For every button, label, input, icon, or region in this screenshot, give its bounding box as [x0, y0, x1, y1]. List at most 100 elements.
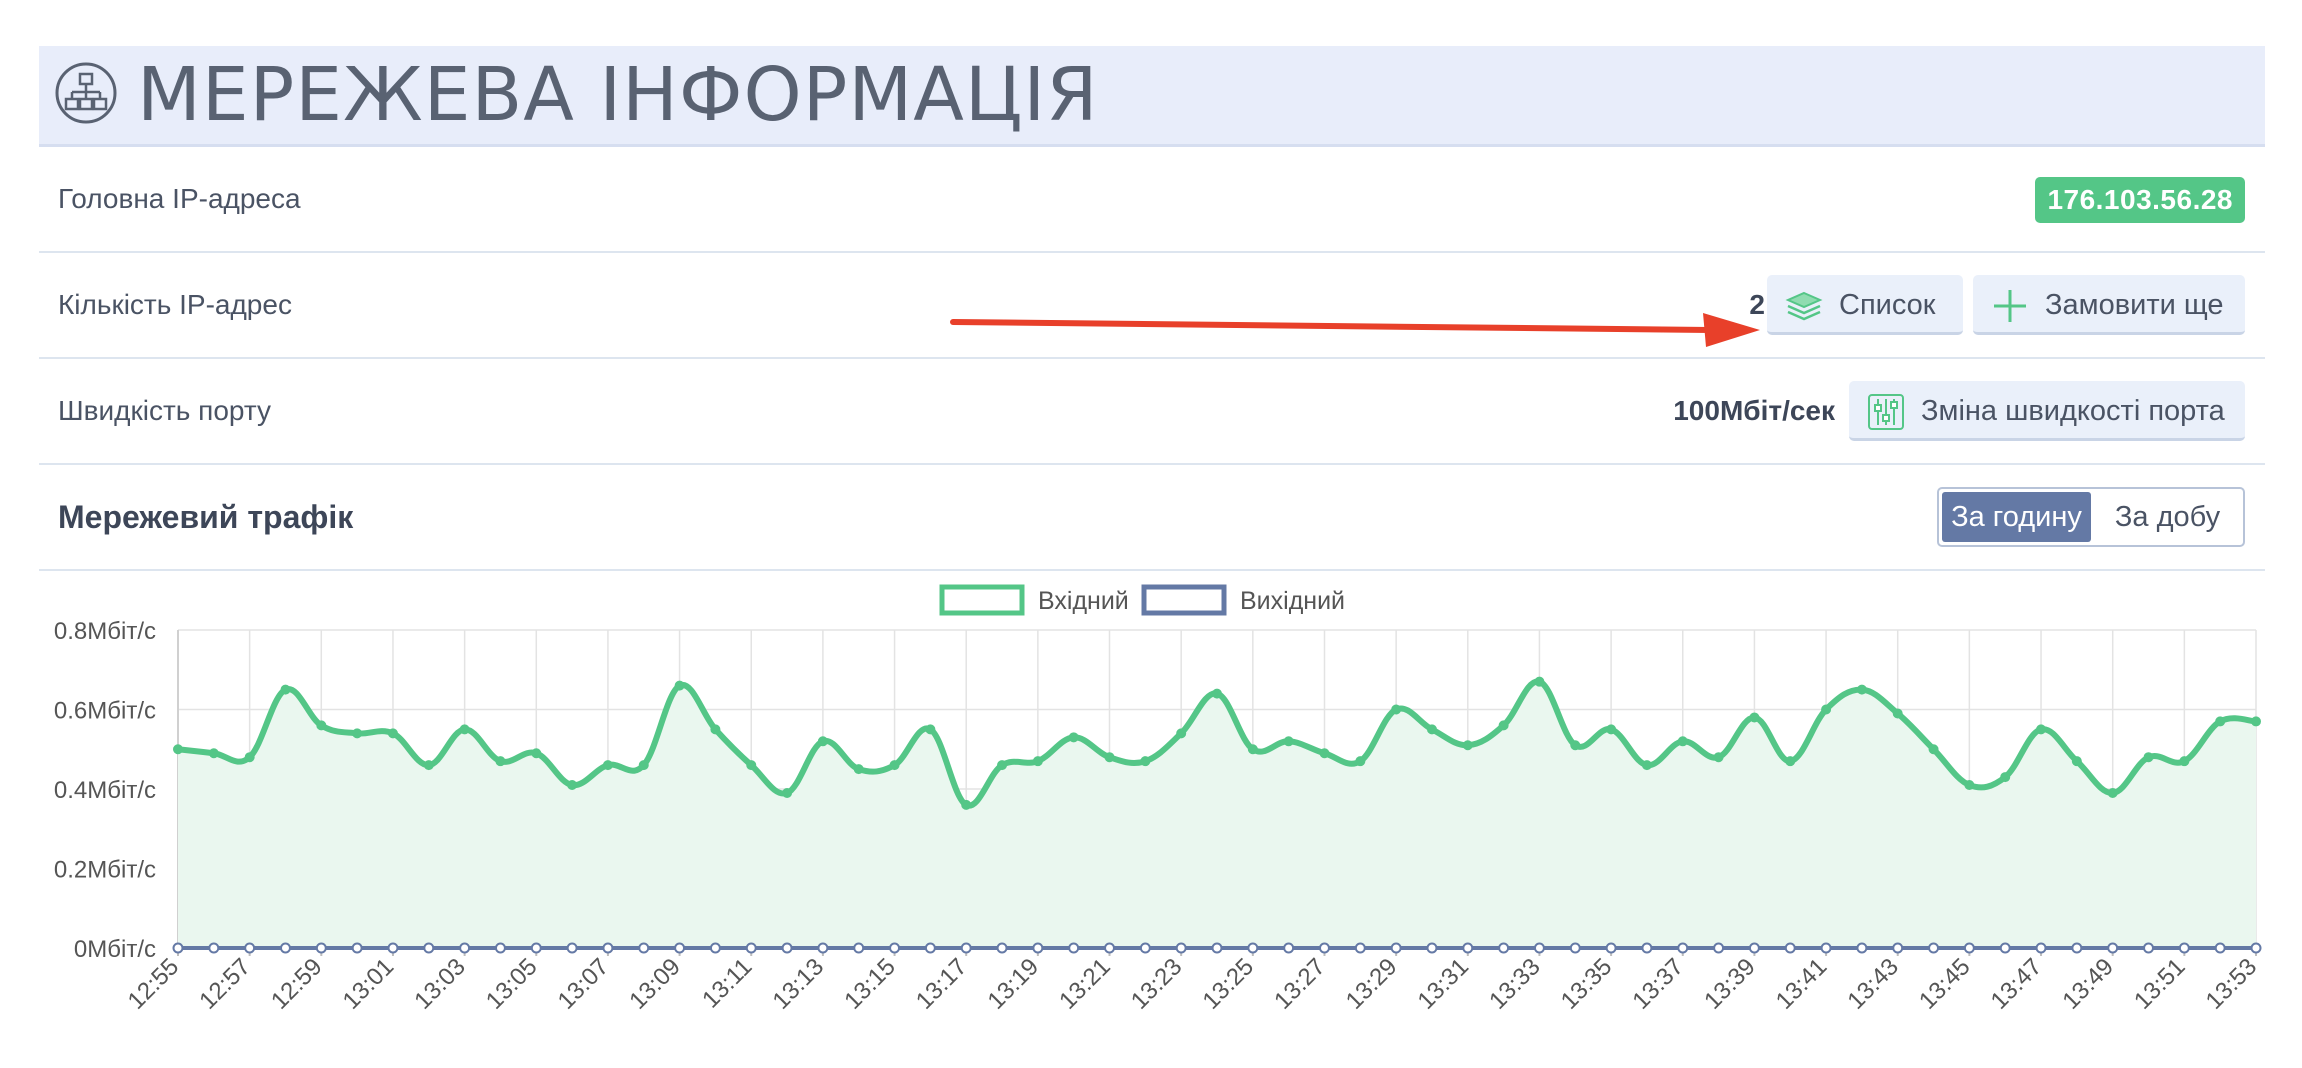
data-point — [602, 760, 613, 771]
x-tick-label: 13:29 — [1341, 953, 1403, 1015]
toggle-day[interactable]: За добу — [2094, 492, 2241, 542]
x-tick-label: 13:31 — [1412, 953, 1474, 1015]
x-tick-label: 13:15 — [839, 953, 901, 1015]
data-point — [1211, 942, 1223, 954]
data-point — [1355, 756, 1366, 767]
data-point — [638, 760, 649, 771]
x-tick-label: 13:13 — [768, 953, 830, 1015]
data-point — [2178, 942, 2190, 954]
data-point — [1856, 942, 1868, 954]
layers-icon — [1785, 291, 1823, 321]
x-tick-label: 13:53 — [2201, 953, 2263, 1015]
data-point — [2215, 716, 2226, 727]
data-point — [1032, 756, 1043, 767]
data-point — [674, 680, 685, 691]
data-point — [602, 942, 614, 954]
data-point — [566, 942, 578, 954]
data-point — [2071, 756, 2082, 767]
data-point — [172, 942, 184, 954]
data-point — [1999, 942, 2011, 954]
data-point — [1498, 942, 1510, 954]
x-tick-label: 13:05 — [481, 953, 543, 1015]
data-point — [387, 728, 398, 739]
data-point — [173, 744, 183, 755]
data-point — [1139, 942, 1151, 954]
y-tick-label: 0Мбіт/с — [74, 936, 156, 963]
data-point — [1820, 942, 1832, 954]
data-point — [1247, 744, 1258, 755]
data-point — [495, 756, 506, 767]
data-point — [1390, 942, 1402, 954]
data-point — [1963, 942, 1975, 954]
page-title: МЕРЕЖЕВА ІНФОРМАЦІЯ — [137, 52, 1099, 138]
data-point — [2071, 942, 2083, 954]
data-point — [1068, 942, 1080, 954]
data-point — [1247, 942, 1259, 954]
data-point — [494, 942, 506, 954]
data-point — [1212, 688, 1222, 699]
data-point — [2250, 942, 2262, 954]
data-point — [1175, 942, 1187, 954]
traffic-title: Мережевий трафік — [58, 499, 354, 535]
x-tick-label: 13:45 — [1914, 953, 1976, 1015]
data-point — [2107, 787, 2118, 798]
x-tick-label: 13:39 — [1699, 953, 1761, 1015]
data-point — [1713, 942, 1725, 954]
order-more-button[interactable]: Замовити ще — [1973, 275, 2245, 335]
main-ip-row: Головна IP-адреса 176.103.56.28 — [39, 147, 2265, 253]
data-point — [1928, 744, 1939, 755]
main-ip-badge: 176.103.56.28 — [2035, 177, 2245, 223]
data-point — [1605, 942, 1617, 954]
ip-list-button-label: Список — [1839, 289, 1936, 321]
data-point — [1821, 704, 1832, 715]
x-tick-label: 13:11 — [697, 953, 757, 1013]
x-tick-label: 13:35 — [1556, 953, 1618, 1015]
data-point — [1318, 942, 1330, 954]
traffic-chart: 0Мбіт/с 0.2Мбіт/с 0.4Мбіт/с 0.6Мбіт/с 0.8Мбі… — [54, 584, 2263, 1015]
data-point — [1462, 740, 1473, 751]
data-point — [567, 780, 578, 791]
data-point — [208, 748, 219, 759]
data-point — [1785, 756, 1796, 767]
data-point — [709, 942, 721, 954]
data-point — [782, 787, 793, 798]
data-point — [208, 942, 220, 954]
data-point — [315, 942, 327, 954]
data-point — [745, 942, 757, 954]
data-point — [423, 760, 434, 771]
change-port-speed-button[interactable]: Зміна швидкості порта — [1849, 381, 2245, 441]
ip-list-button[interactable]: Список — [1767, 275, 1963, 335]
legend-swatch — [1141, 584, 1227, 616]
data-point — [459, 724, 470, 735]
toggle-hour[interactable]: За годину — [1942, 492, 2091, 542]
data-point — [1283, 736, 1294, 747]
data-point — [1140, 756, 1151, 767]
data-point — [817, 942, 829, 954]
data-point — [2179, 756, 2190, 767]
x-tick-label: 13:43 — [1842, 953, 1904, 1015]
data-point — [1964, 780, 1975, 791]
data-point — [1749, 712, 1760, 723]
data-point — [746, 760, 757, 771]
y-tick-label: 0.8Мбіт/с — [54, 618, 156, 645]
x-tick-label: 13:23 — [1126, 953, 1188, 1015]
data-point — [1426, 724, 1437, 735]
x-tick-label: 13:25 — [1198, 953, 1260, 1015]
data-point — [459, 942, 471, 954]
sliders-icon — [1868, 394, 1904, 430]
data-point — [1677, 736, 1688, 747]
data-point — [2214, 942, 2226, 954]
data-point — [1641, 760, 1652, 771]
data-point — [781, 942, 793, 954]
data-point — [889, 942, 901, 954]
data-point — [1892, 942, 1904, 954]
ip-count-value: 2 — [1749, 289, 1765, 320]
y-tick-label: 0.4Мбіт/с — [54, 777, 156, 804]
data-point — [1283, 942, 1295, 954]
legend-label: Вхідний — [1038, 587, 1129, 615]
data-point — [997, 760, 1008, 771]
x-tick-label: 13:19 — [983, 953, 1045, 1015]
data-point — [352, 728, 363, 739]
data-point — [1426, 942, 1438, 954]
data-point — [925, 724, 936, 735]
